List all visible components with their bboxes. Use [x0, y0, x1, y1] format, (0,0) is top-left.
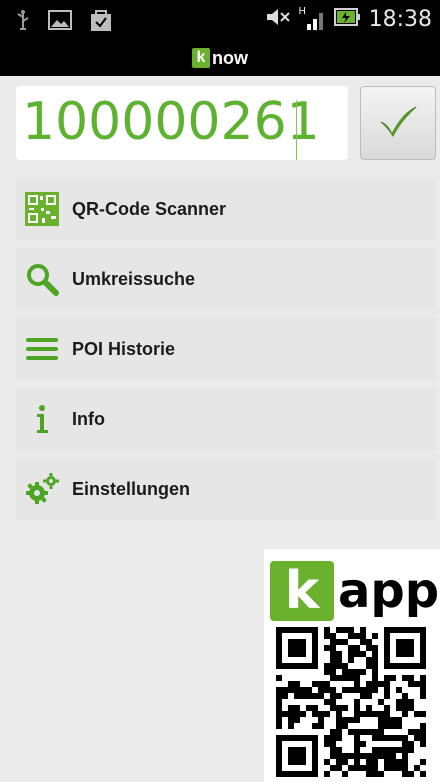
submit-code-button[interactable] — [360, 86, 436, 160]
kapp-logo: k app — [270, 561, 439, 621]
qr-code-image — [276, 627, 426, 782]
menu-item-einstellungen[interactable]: Einstellungen — [16, 458, 436, 520]
clock: 18:38 — [368, 7, 432, 32]
menu-item-label: POI Historie — [72, 338, 176, 359]
app-title-bar: k now — [0, 40, 440, 76]
kapp-promo-badge: k app — [264, 549, 440, 782]
main-menu: QR-Code Scanner Umkreissuche POI Histori… — [16, 178, 436, 528]
menu-item-info[interactable]: Info — [16, 388, 436, 450]
kapp-logo-text: app — [338, 563, 440, 619]
gears-icon — [22, 469, 62, 509]
menu-item-label: QR-Code Scanner — [72, 198, 227, 219]
app-logo-text: now — [212, 47, 248, 68]
code-input-value[interactable]: 100000261 — [22, 92, 320, 152]
menu-item-poi-historie[interactable]: POI Historie — [16, 318, 436, 380]
menu-item-label: Einstellungen — [72, 478, 191, 499]
info-icon — [22, 399, 62, 439]
battery-icon — [333, 6, 361, 33]
app-logo-k: k — [192, 48, 210, 68]
image-icon — [48, 9, 72, 36]
kapp-logo-k: k — [270, 561, 334, 621]
checkmark-icon — [378, 104, 418, 143]
status-bar: H 18:38 — [0, 0, 440, 40]
list-icon — [22, 329, 62, 369]
code-input-field[interactable]: 100000261 — [16, 86, 348, 160]
qr-code-icon — [22, 189, 62, 229]
menu-item-label: Umkreissuche — [72, 268, 196, 289]
bag-icon — [90, 8, 112, 37]
signal-icon: H — [299, 6, 325, 32]
menu-item-label: Info — [72, 408, 105, 429]
menu-item-umkreissuche[interactable]: Umkreissuche — [16, 248, 436, 310]
usb-icon — [16, 9, 30, 36]
code-input-area: 100000261 — [0, 76, 440, 172]
menu-item-qr-code-scanner[interactable]: QR-Code Scanner — [16, 178, 436, 240]
search-icon — [22, 259, 62, 299]
mute-icon — [265, 6, 291, 33]
text-caret — [296, 100, 297, 160]
app-logo: k now — [192, 48, 248, 69]
